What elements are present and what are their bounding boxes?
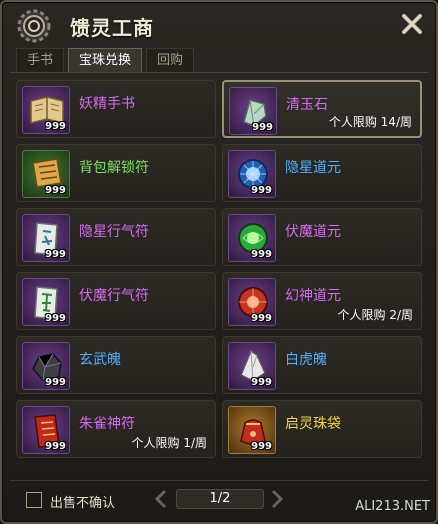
item-name: 妖精手书 [79, 96, 135, 112]
item-name: 伏魔行气符 [79, 288, 149, 304]
item-icon-frame: 999 [228, 406, 276, 454]
chevron-right-icon[interactable] [268, 489, 286, 509]
item-name: 白虎魄 [285, 352, 327, 368]
item-name: 隐星行气符 [79, 224, 149, 240]
item-icon-frame: 999 [229, 87, 277, 135]
item-icon-frame: 999 [22, 406, 70, 454]
tab-handbook[interactable]: 手书 [16, 48, 65, 72]
item-name: 幻神道元 [285, 288, 341, 304]
close-icon[interactable] [400, 12, 424, 36]
item-quantity: 999 [45, 313, 66, 324]
item-quantity: 999 [251, 313, 272, 324]
shop-item[interactable]: 999 朱雀神符 个人限购 1/周 [16, 400, 216, 458]
shop-item[interactable]: 999 玄武魄 [16, 336, 216, 394]
item-name: 朱雀神符 [79, 416, 135, 432]
title-bar: 馈灵工商 [2, 2, 436, 46]
watermark: ALI213.NET [355, 499, 430, 514]
item-quantity: 999 [45, 441, 66, 452]
shop-item-selected[interactable]: 999 清玉石 个人限购 14/周 [222, 80, 422, 138]
item-quantity: 999 [251, 249, 272, 260]
page-indicator: 1/2 [176, 489, 264, 509]
tab-bar: 手书 宝珠兑换 回购 [16, 48, 195, 72]
window-title: 馈灵工商 [70, 16, 154, 40]
shop-item[interactable]: 999 幻神道元 个人限购 2/周 [222, 272, 422, 330]
item-name: 启灵珠袋 [285, 416, 341, 432]
item-quantity: 999 [251, 441, 272, 452]
item-icon-frame: 999 [228, 278, 276, 326]
item-name: 伏魔道元 [285, 224, 341, 240]
item-quantity: 999 [45, 377, 66, 388]
sell-no-confirm-checkbox[interactable] [26, 492, 42, 508]
purchase-limit: 个人限购 14/周 [328, 115, 412, 129]
item-icon-frame: 999 [22, 150, 70, 198]
purchase-limit: 个人限购 1/周 [131, 436, 208, 450]
sell-no-confirm-label: 出售不确认 [50, 496, 116, 511]
item-quantity: 999 [251, 185, 272, 196]
item-icon-frame: 999 [22, 278, 70, 326]
shop-item[interactable]: 999 伏魔行气符 [16, 272, 216, 330]
shop-window: 馈灵工商 手书 宝珠兑换 回购 999 妖精手书 999 清玉石 个人限购 14… [0, 0, 438, 524]
shop-item[interactable]: 999 隐星行气符 [16, 208, 216, 266]
purchase-limit: 个人限购 2/周 [337, 308, 414, 322]
item-quantity: 999 [45, 121, 66, 132]
item-quantity: 999 [251, 377, 272, 388]
gear-emblem-icon [17, 9, 51, 43]
item-quantity: 999 [45, 185, 66, 196]
item-icon-frame: 999 [228, 342, 276, 390]
item-name: 玄武魄 [79, 352, 121, 368]
item-icon-frame: 999 [228, 214, 276, 262]
item-name: 清玉石 [286, 97, 328, 113]
tab-buyback[interactable]: 回购 [146, 48, 195, 72]
tab-divider [10, 72, 428, 73]
item-quantity: 999 [252, 122, 273, 133]
shop-item[interactable]: 999 妖精手书 [16, 80, 216, 138]
item-icon-frame: 999 [22, 86, 70, 134]
shop-item[interactable]: 999 白虎魄 [222, 336, 422, 394]
item-icon-frame: 999 [228, 150, 276, 198]
shop-item[interactable]: 999 伏魔道元 [222, 208, 422, 266]
shop-item[interactable]: 999 启灵珠袋 [222, 400, 422, 458]
footer-divider [10, 480, 428, 481]
chevron-left-icon[interactable] [152, 489, 170, 509]
item-name: 背包解锁符 [79, 160, 149, 176]
item-name: 隐星道元 [285, 160, 341, 176]
tab-gem-exchange[interactable]: 宝珠兑换 [68, 48, 143, 72]
shop-item[interactable]: 999 背包解锁符 [16, 144, 216, 202]
item-icon-frame: 999 [22, 342, 70, 390]
item-icon-frame: 999 [22, 214, 70, 262]
shop-item[interactable]: 999 隐星道元 [222, 144, 422, 202]
item-quantity: 999 [45, 249, 66, 260]
